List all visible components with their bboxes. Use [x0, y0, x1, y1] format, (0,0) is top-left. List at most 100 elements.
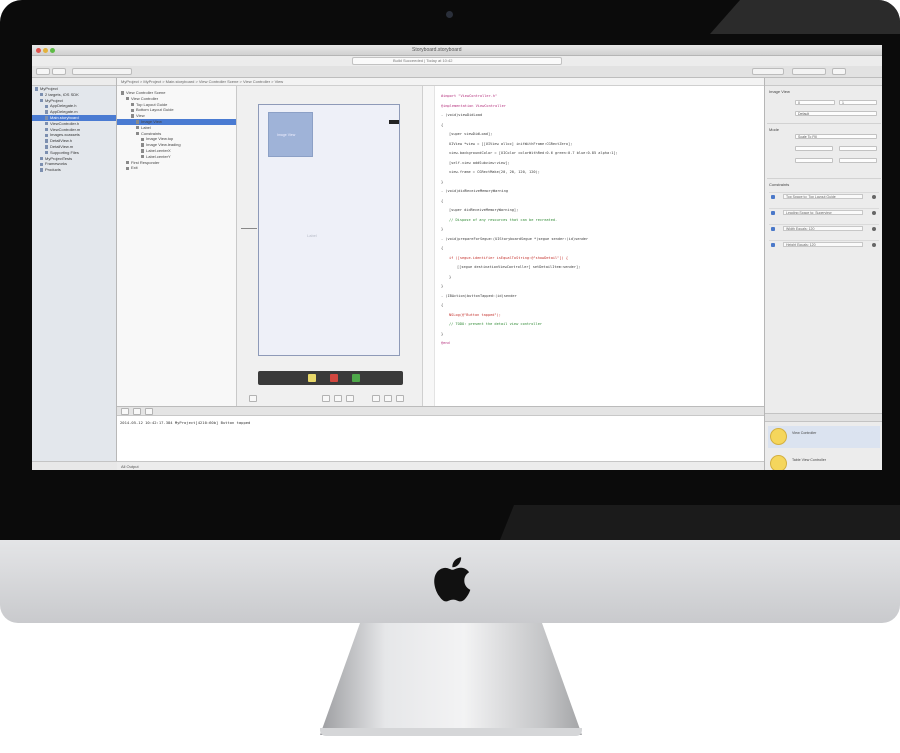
entry-point-arrow[interactable] [241, 228, 257, 229]
code-line[interactable]: UIView *view = [[UIView alloc] initWithF… [449, 142, 572, 147]
storyboard-canvas[interactable]: Image View Label [237, 86, 422, 416]
file-icon [45, 145, 48, 149]
gear-icon[interactable] [872, 243, 876, 247]
constraint-checkbox[interactable] [771, 195, 775, 199]
code-line[interactable]: } [441, 227, 443, 232]
code-line[interactable]: { [441, 303, 443, 308]
code-line[interactable]: } [441, 284, 443, 289]
align-button[interactable] [372, 395, 380, 402]
outline-toggle-button[interactable] [249, 395, 257, 402]
editor-mode-segment[interactable] [752, 68, 784, 75]
code-line[interactable]: } [441, 180, 443, 185]
constraint-checkbox[interactable] [771, 243, 775, 247]
resolve-issues-button[interactable] [396, 395, 404, 402]
code-line[interactable]: view.backgroundColor = [UIColor colorWit… [449, 151, 618, 156]
organizer-button[interactable] [832, 68, 846, 75]
image-view[interactable]: Image View [268, 112, 313, 157]
code-line[interactable]: @implementation ViewController [441, 104, 506, 109]
constraint-field[interactable]: Top Space to: Top Layout Guide [783, 194, 863, 199]
constraint-field[interactable]: Leading Space to: Superview [783, 210, 863, 215]
tree-row[interactable]: Exit [117, 165, 236, 171]
code-line[interactable]: [self.view addSubview:view]; [449, 161, 510, 166]
constraint-row[interactable]: Width Equals: 120 [769, 224, 879, 232]
code-line[interactable]: [[segue destinationViewController] setDe… [457, 265, 580, 270]
view-toggle-segment[interactable] [792, 68, 826, 75]
gear-icon[interactable] [872, 195, 876, 199]
file-icon [40, 98, 43, 103]
gear-icon[interactable] [872, 227, 876, 231]
console-output: 2014-05-12 10:42:17.384 MyProject[4210:6… [120, 420, 251, 425]
tree-row[interactable]: Products [32, 167, 116, 173]
code-line[interactable]: if ([segue.identifier isEqualToString:@"… [449, 256, 568, 261]
constraint-field[interactable]: Width Equals: 120 [783, 226, 863, 231]
library-tabs[interactable] [765, 413, 882, 422]
gear-icon[interactable] [872, 211, 876, 215]
zoom-out-button[interactable] [334, 395, 342, 402]
tree-row-label: Image View [141, 118, 162, 124]
mode-heading: Mode [769, 127, 780, 132]
code-line[interactable]: [super didReceiveMemoryWarning]; [449, 208, 518, 213]
code-line[interactable]: @end [441, 341, 450, 346]
code-line[interactable]: { [441, 246, 443, 251]
tree-row-label: View Controller Scene [126, 90, 166, 95]
navigator-filter-bar[interactable] [32, 461, 117, 470]
console-area[interactable]: 2014-05-12 10:42:17.384 MyProject[4210:6… [117, 416, 764, 461]
library-item[interactable]: Table View Controller [768, 453, 880, 470]
code-line[interactable]: #import "ViewController.h" [441, 94, 497, 99]
center-label[interactable]: Label [307, 233, 317, 238]
view-controller-icon[interactable] [308, 374, 316, 382]
constraint-row[interactable]: Height Equals: 120 [769, 240, 879, 248]
code-line[interactable]: - (void)viewDidLoad [441, 113, 482, 118]
inspector-tabs[interactable] [765, 78, 882, 86]
constraint-row[interactable]: Top Space to: Top Layout Guide [769, 192, 879, 200]
close-window-button[interactable] [36, 48, 41, 53]
tree-row-label: MyProject [45, 97, 63, 103]
code-line[interactable]: // TODO: present the detail view control… [449, 322, 542, 327]
run-button[interactable] [36, 68, 50, 75]
hide-debug-area-button[interactable] [121, 408, 129, 415]
code-line[interactable]: - (void)prepareForSegue:(UIStoryboardSeg… [441, 237, 588, 242]
constraint-checkbox[interactable] [771, 227, 775, 231]
width-field[interactable] [795, 158, 833, 163]
size-class-button[interactable] [322, 395, 330, 402]
code-line[interactable]: { [441, 123, 443, 128]
tag-field[interactable]: 0 [795, 100, 835, 105]
minimize-window-button[interactable] [43, 48, 48, 53]
height-field[interactable] [839, 158, 877, 163]
library-item[interactable]: View Controller [768, 426, 880, 448]
code-line[interactable]: NSLog(@"Button tapped"); [449, 313, 501, 318]
constraint-field[interactable]: Height Equals: 120 [783, 242, 863, 247]
pause-button[interactable] [133, 408, 141, 415]
line-gutter[interactable] [423, 86, 435, 406]
constraint-row[interactable]: Leading Space to: Superview [769, 208, 879, 216]
background-field[interactable]: Default [795, 111, 877, 116]
navigator-tabs[interactable] [32, 78, 116, 86]
code-line[interactable]: // Dispose of any resources that can be … [449, 218, 557, 223]
exit-icon[interactable] [352, 374, 360, 382]
code-line[interactable]: } [449, 275, 451, 280]
code-line[interactable]: [super viewDidLoad]; [449, 132, 492, 137]
console-filter-bar[interactable]: All Output [117, 461, 764, 470]
zoom-in-button[interactable] [346, 395, 354, 402]
tree-row-label: Constraints [141, 130, 162, 136]
step-over-button[interactable] [145, 408, 153, 415]
tree-row-label: AppDelegate.m [50, 109, 78, 115]
scheme-selector[interactable] [72, 68, 132, 75]
code-line[interactable]: } [441, 332, 443, 337]
view-controller-scene[interactable]: Image View Label [258, 104, 400, 356]
code-line[interactable]: view.frame = CGRectMake(20, 20, 120, 120… [449, 170, 540, 175]
alpha-field[interactable]: 1 [839, 100, 877, 105]
code-line[interactable]: - (IBAction)buttonTapped:(id)sender [441, 294, 517, 299]
content-mode-select[interactable]: Scale To Fill [795, 134, 877, 139]
tree-row-label: View Controller [131, 95, 159, 101]
first-responder-icon[interactable] [330, 374, 338, 382]
code-line[interactable]: - (void)didReceiveMemoryWarning [441, 189, 508, 194]
assistant-code-editor[interactable]: #import "ViewController.h" @implementatio… [422, 86, 764, 406]
x-field[interactable] [795, 146, 833, 151]
zoom-window-button[interactable] [50, 48, 55, 53]
code-line[interactable]: { [441, 199, 443, 204]
constraint-checkbox[interactable] [771, 211, 775, 215]
pin-button[interactable] [384, 395, 392, 402]
stop-button[interactable] [52, 68, 66, 75]
y-field[interactable] [839, 146, 877, 151]
